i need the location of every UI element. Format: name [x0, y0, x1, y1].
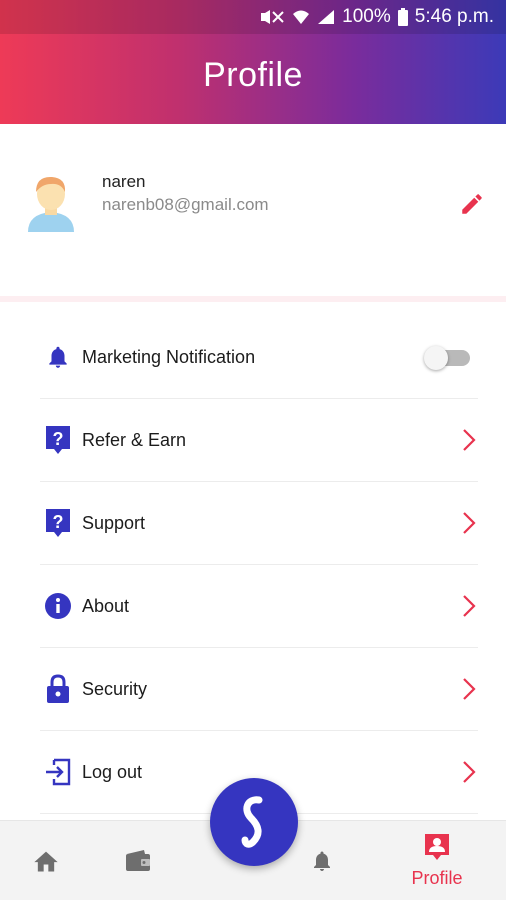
bell-icon [42, 341, 74, 373]
menu-item-label: Refer & Earn [82, 429, 187, 450]
nav-profile-button[interactable]: Profile [396, 833, 478, 893]
menu-item-support[interactable]: ? Support [40, 482, 478, 565]
mute-icon [259, 9, 285, 25]
nav-wallet-button[interactable] [120, 843, 156, 879]
chevron-right-icon [463, 595, 476, 617]
chevron-right-icon [463, 512, 476, 534]
wallet-icon [126, 850, 150, 871]
menu-item-marketing-notification[interactable]: Marketing Notification [40, 316, 478, 399]
menu-item-label: Security [82, 678, 148, 699]
question-badge-icon: ? [42, 424, 74, 456]
settings-menu: Marketing Notification ? Refer & Earn ? … [0, 316, 506, 814]
wifi-icon [292, 9, 310, 25]
menu-item-refer-earn[interactable]: ? Refer & Earn [40, 399, 478, 482]
nav-profile-label: Profile [411, 868, 463, 888]
app-logo-button[interactable] [210, 778, 298, 866]
info-icon [42, 590, 74, 622]
home-icon [34, 851, 58, 872]
battery-percent: 100% [342, 6, 391, 27]
user-email: narenb08@gmail.com [102, 195, 269, 214]
svg-text:?: ? [53, 512, 64, 532]
chevron-right-icon [463, 761, 476, 783]
avatar [24, 172, 78, 232]
edit-profile-button[interactable] [456, 188, 488, 220]
question-badge-icon: ? [42, 507, 74, 539]
menu-item-about[interactable]: About [40, 565, 478, 648]
nav-notifications-button[interactable] [304, 843, 340, 879]
bell-icon [314, 851, 330, 871]
profile-icon [425, 834, 449, 860]
chevron-right-icon [463, 678, 476, 700]
app-logo-icon [241, 796, 263, 848]
toggle-knob [424, 346, 448, 370]
svg-text:?: ? [53, 429, 64, 449]
pencil-icon [462, 194, 482, 214]
signal-icon [317, 9, 335, 25]
status-bar: 100% 5:46 p.m. [0, 0, 506, 34]
app-header: 100% 5:46 p.m. Profile [0, 0, 506, 124]
nav-home-button[interactable] [28, 843, 64, 879]
clock: 5:46 p.m. [414, 6, 494, 27]
logout-icon [42, 756, 74, 788]
chevron-right-icon [463, 429, 476, 451]
menu-item-label: About [82, 595, 130, 616]
menu-item-label: Log out [82, 761, 143, 782]
menu-item-security[interactable]: Security [40, 648, 478, 731]
menu-item-label: Support [82, 512, 146, 533]
profile-card: naren narenb08@gmail.com [0, 124, 506, 299]
page-title: Profile [203, 56, 303, 94]
lock-icon [42, 673, 74, 705]
battery-icon [397, 8, 408, 26]
section-divider [0, 296, 506, 302]
menu-item-label: Marketing Notification [82, 346, 256, 367]
marketing-notification-toggle[interactable] [424, 346, 474, 370]
user-name: naren [102, 172, 146, 191]
